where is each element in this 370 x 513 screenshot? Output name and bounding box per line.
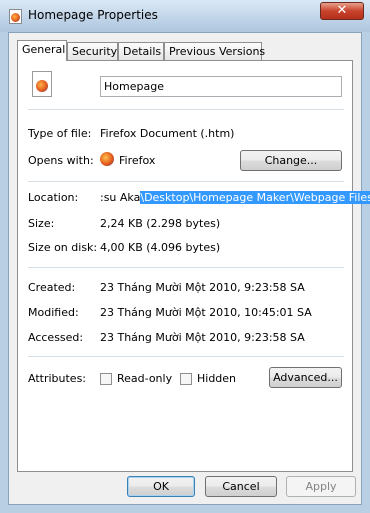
firefox-icon [100, 152, 114, 166]
size-label: Size: [28, 217, 55, 230]
firefox-document-icon [9, 9, 22, 24]
type-value: Firefox Document (.htm) [100, 127, 235, 140]
created-label: Created: [28, 281, 76, 294]
file-icon [32, 71, 52, 97]
hidden-checkbox[interactable] [180, 373, 192, 385]
separator [28, 356, 344, 357]
tab-previous-versions[interactable]: Previous Versions [164, 42, 265, 60]
size-on-disk-value: 4,00 KB (4.096 bytes) [100, 241, 221, 254]
location-value[interactable]: :su Aka\Desktop\Homepage Maker\Webpage F… [100, 191, 370, 204]
type-label: Type of file: [28, 127, 92, 140]
size-on-disk-label: Size on disk: [28, 241, 98, 254]
read-only-checkbox[interactable] [100, 373, 112, 385]
separator [28, 109, 344, 110]
separator [28, 181, 344, 182]
hidden-label[interactable]: Hidden [197, 372, 236, 385]
location-prefix: :su Aka [100, 191, 141, 204]
opens-with-label: Opens with: [28, 154, 94, 167]
cancel-button[interactable]: Cancel [205, 476, 277, 497]
accessed-label: Accessed: [28, 331, 84, 344]
advanced-button[interactable]: Advanced... [269, 367, 342, 388]
modified-value: 23 Tháng Mười Một 2010, 10:45:01 SA [100, 306, 312, 319]
size-value: 2,24 KB (2.298 bytes) [100, 217, 221, 230]
close-button[interactable]: ✕ [320, 2, 364, 20]
dialog-buttons: OK Cancel Apply [9, 474, 363, 504]
separator [28, 267, 344, 268]
location-selection: \Desktop\Homepage Maker\Webpage Files [140, 191, 370, 204]
title-bar[interactable]: Homepage Properties ✕ [0, 0, 370, 32]
location-label: Location: [28, 191, 79, 204]
attributes-label: Attributes: [28, 372, 87, 385]
tab-general[interactable]: General [17, 40, 67, 61]
opens-with-value: Firefox [119, 154, 156, 167]
read-only-label[interactable]: Read-only [117, 372, 172, 385]
created-value: 23 Tháng Mười Một 2010, 9:23:58 SA [100, 281, 305, 294]
file-name-input[interactable] [100, 76, 342, 97]
modified-label: Modified: [28, 306, 79, 319]
change-button[interactable]: Change... [240, 150, 342, 171]
general-panel: Type of file: Firefox Document (.htm) Op… [17, 60, 370, 472]
apply-button[interactable]: Apply [286, 476, 356, 497]
tab-details[interactable]: Details [118, 42, 164, 60]
window-title: Homepage Properties [28, 8, 158, 22]
ok-button[interactable]: OK [127, 476, 195, 497]
tab-security[interactable]: Security [67, 42, 118, 60]
accessed-value: 23 Tháng Mười Một 2010, 9:23:58 SA [100, 331, 305, 344]
dialog-body: General Security Details Previous Versio… [8, 32, 370, 505]
